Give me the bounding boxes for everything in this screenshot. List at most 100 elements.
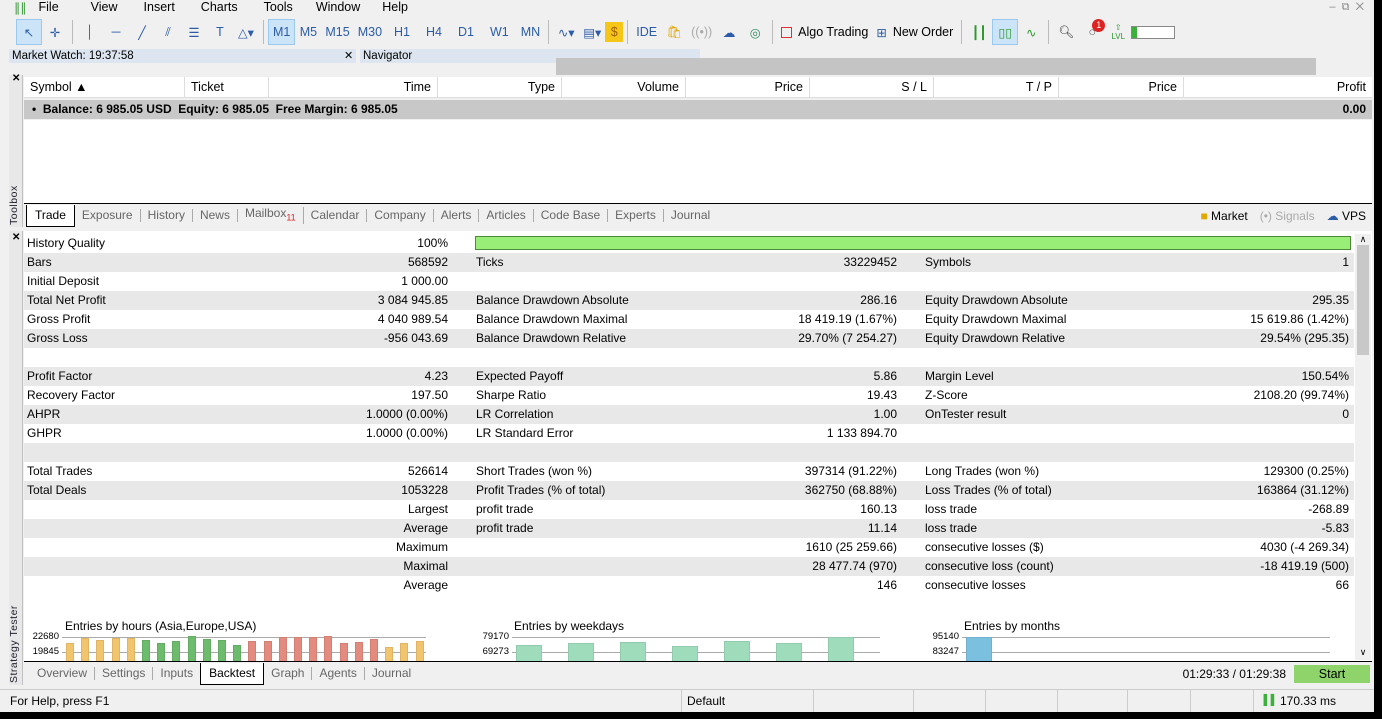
cursor-icon[interactable]: ↖ (16, 19, 42, 45)
status-bar: For Help, press F1 Default ▐▐ 170.33 ms (0, 689, 1374, 712)
horizontal-line-icon[interactable]: ─ (103, 19, 129, 45)
trendline-icon[interactable]: ╱ (129, 19, 155, 45)
timeframe-h4[interactable]: H4 (418, 19, 450, 45)
result-label: Equity Drawdown Relative (925, 331, 1066, 345)
scrollbar-thumb[interactable] (1357, 245, 1369, 355)
menu-file[interactable]: File (39, 0, 59, 14)
menu-tools[interactable]: Tools (264, 0, 293, 14)
result-label: consecutive loss (count) (925, 559, 1054, 573)
result-label: Ticks (476, 255, 504, 269)
tab-graph[interactable]: Graph (264, 667, 313, 680)
result-label: Bars (27, 255, 52, 269)
lvl-icon[interactable]: ⇧ LVL (1105, 19, 1131, 45)
market-dollar-icon[interactable]: $ (605, 22, 624, 42)
market-link[interactable]: ■ Market (1200, 209, 1247, 223)
window-controls[interactable]: – ⧉ ✕ (1329, 1, 1364, 14)
chart-tabs-overlay (556, 58, 1316, 75)
search-icon[interactable]: 🔍︎ (1053, 19, 1079, 45)
tab-backtest[interactable]: Backtest (200, 662, 265, 685)
line-chart-icon[interactable]: ∿ (1018, 19, 1044, 45)
col-ticket[interactable]: Ticket (185, 77, 269, 97)
tab-history[interactable]: History (141, 209, 193, 222)
result-value: 146 (876, 578, 897, 592)
tab-experts[interactable]: Experts (608, 209, 664, 222)
y-tick-label: 79170 (482, 631, 509, 642)
scrollbar[interactable]: ∧ ∨ (1355, 234, 1371, 660)
timeframe-mn[interactable]: MN (517, 19, 544, 45)
result-value: 33229452 (843, 255, 897, 269)
tab-news[interactable]: News (193, 209, 238, 222)
chart-bar (233, 644, 242, 661)
col-volume[interactable]: Volume (562, 77, 686, 97)
tab-journal-tester[interactable]: Journal (365, 667, 418, 680)
tab-trade[interactable]: Trade (26, 204, 75, 227)
tab-code-base[interactable]: Code Base (534, 209, 609, 222)
vps-cloud-icon[interactable]: ☁ (716, 19, 742, 45)
signals-link[interactable]: (•) Signals (1260, 209, 1315, 223)
tab-overview[interactable]: Overview (30, 667, 96, 680)
new-order-button[interactable]: ⊞ New Order (872, 19, 957, 45)
shapes-icon[interactable]: △▾ (233, 19, 259, 45)
tab-alerts[interactable]: Alerts (434, 209, 480, 222)
col-symbol[interactable]: Symbol ▲ (24, 77, 185, 97)
level-bar (1131, 25, 1176, 39)
tab-company[interactable]: Company (367, 209, 434, 222)
menu-insert[interactable]: Insert (144, 0, 175, 14)
ide-button[interactable]: IDE (632, 19, 661, 45)
menu-charts[interactable]: Charts (201, 0, 238, 14)
toolbox-close-icon[interactable]: ✕ (12, 73, 20, 84)
tab-journal[interactable]: Journal (664, 209, 717, 222)
notifications-icon[interactable]: ○ 1 (1079, 19, 1106, 45)
lvl-label: LVL (1111, 32, 1126, 41)
chart-bar (111, 638, 120, 661)
tab-calendar[interactable]: Calendar (304, 209, 368, 222)
col-tp[interactable]: T / P (934, 77, 1059, 97)
menu-help[interactable]: Help (382, 0, 408, 14)
bar-chart-icon[interactable]: ┃┃ (966, 19, 992, 45)
fibonacci-icon[interactable]: ☰ (181, 19, 207, 45)
community-icon[interactable]: ◎ (742, 19, 768, 45)
menu-view[interactable]: View (91, 0, 118, 14)
tester-close-icon[interactable]: ✕ (12, 232, 20, 243)
timeframe-m30[interactable]: M30 (354, 19, 386, 45)
tab-articles[interactable]: Articles (479, 209, 534, 222)
tab-mailbox[interactable]: Mailbox11 (238, 206, 304, 225)
timeframe-w1[interactable]: W1 (482, 19, 517, 45)
indicators-icon[interactable]: ∿▾ (553, 19, 579, 45)
close-icon[interactable]: ✕ (344, 49, 353, 62)
start-button[interactable]: Start (1294, 665, 1370, 683)
menu-window[interactable]: Window (316, 0, 360, 14)
col-time[interactable]: Time (269, 77, 438, 97)
result-value: 3 084 945.85 (377, 293, 448, 307)
timeframe-d1[interactable]: D1 (450, 19, 482, 45)
text-icon[interactable]: T (207, 19, 233, 45)
result-value: Average (403, 521, 448, 535)
col-profit[interactable]: Profit (1184, 77, 1372, 97)
col-sl[interactable]: S / L (810, 77, 934, 97)
timeframe-h1[interactable]: H1 (386, 19, 418, 45)
timeframe-m1[interactable]: M1 (268, 19, 296, 45)
timeframe-m5[interactable]: M5 (295, 19, 321, 45)
vps-link[interactable]: ☁ VPS (1327, 209, 1366, 223)
signals-icon[interactable]: ((•)) (687, 19, 716, 45)
tab-settings[interactable]: Settings (95, 667, 154, 680)
market-bag-icon[interactable]: 🛍 (661, 19, 687, 45)
col-price[interactable]: Price (686, 77, 810, 97)
tab-exposure[interactable]: Exposure (75, 209, 141, 222)
algo-trading-button[interactable]: Algo Trading (777, 19, 872, 45)
crosshair-icon[interactable]: ✛ (42, 19, 68, 45)
col-price-current[interactable]: Price (1059, 77, 1184, 97)
result-label: Gross Loss (27, 331, 88, 345)
result-value: 28 477.74 (970) (812, 559, 897, 573)
col-type[interactable]: Type (438, 77, 562, 97)
tab-agents[interactable]: Agents (312, 667, 365, 680)
templates-icon[interactable]: ▤▾ (579, 19, 605, 45)
timeframe-m15[interactable]: M15 (321, 19, 353, 45)
candlestick-icon[interactable]: ▯▯ (992, 19, 1019, 45)
result-value: Average (403, 578, 448, 592)
balance-text: Balance: 6 985.05 USD Equity: 6 985.05 F… (42, 102, 398, 116)
result-row: Total Net Profit 3 084 945.85 Balance Draw… (24, 291, 1354, 310)
channel-icon[interactable]: ⫽ (155, 19, 181, 45)
tab-inputs[interactable]: Inputs (153, 667, 200, 680)
vertical-line-icon[interactable]: │ (77, 19, 103, 45)
